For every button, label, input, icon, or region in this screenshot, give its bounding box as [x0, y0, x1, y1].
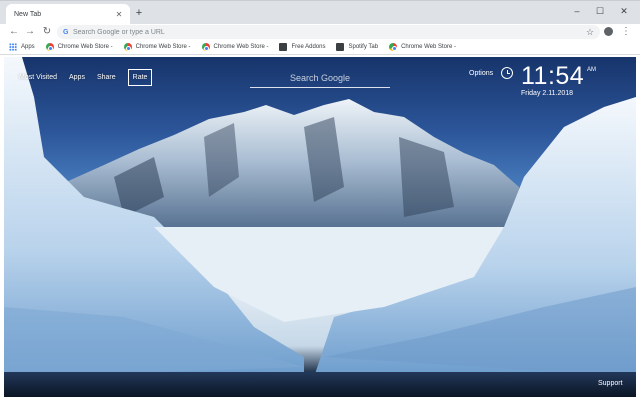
- apps-grid-icon: [9, 43, 17, 51]
- bookmark-label: Chrome Web Store -: [213, 44, 269, 50]
- bookmark-chrome-web-store[interactable]: Chrome Web Store -: [201, 43, 269, 51]
- bookmark-free-addons[interactable]: Free Addons: [279, 43, 325, 51]
- bookmark-apps[interactable]: Apps: [9, 43, 35, 51]
- maximize-icon[interactable]: ☐: [589, 4, 611, 18]
- new-tab-page: Most Visited Apps Share Rate Options 11:…: [4, 57, 636, 397]
- minimize-icon[interactable]: –: [566, 4, 588, 18]
- bookmarks-bar: Apps Chrome Web Store - Chrome Web Store…: [0, 40, 640, 55]
- bookmark-star-icon[interactable]: ☆: [584, 27, 596, 38]
- browser-toolbar: ← → ↻ G ☆ ⋮: [0, 24, 640, 40]
- bookmark-label: Chrome Web Store -: [57, 44, 113, 50]
- kebab-menu-icon[interactable]: ⋮: [621, 25, 631, 39]
- bookmark-chrome-web-store[interactable]: Chrome Web Store -: [45, 43, 113, 51]
- omnibox[interactable]: G ☆: [57, 25, 600, 39]
- clock-icon[interactable]: [501, 67, 513, 79]
- bookmark-chrome-web-store[interactable]: Chrome Web Store -: [389, 43, 456, 51]
- clock-ampm: AM: [587, 67, 596, 73]
- forward-arrow-icon[interactable]: →: [23, 25, 37, 39]
- google-search-input[interactable]: [250, 69, 390, 87]
- clock-time: 11:54: [521, 62, 585, 90]
- tab-strip: New Tab ✕ + – ☐ ✕: [0, 0, 640, 25]
- rate-button[interactable]: Rate: [127, 69, 153, 86]
- tab-new-tab[interactable]: New Tab ✕: [6, 4, 130, 25]
- profile-avatar-icon[interactable]: [604, 27, 613, 36]
- bookmark-label: Chrome Web Store -: [401, 44, 456, 50]
- window-close-icon[interactable]: ✕: [613, 4, 635, 18]
- top-nav-links: Most Visited Apps Share Rate: [19, 69, 153, 86]
- chrome-web-store-icon: [201, 43, 210, 51]
- apps-link[interactable]: Apps: [69, 74, 85, 81]
- google-g-icon: G: [63, 28, 69, 36]
- chrome-web-store-icon: [123, 43, 132, 51]
- bookmark-label: Apps: [21, 44, 35, 50]
- bookmark-chrome-web-store[interactable]: Chrome Web Store -: [123, 43, 191, 51]
- film-icon: [279, 43, 288, 51]
- share-link[interactable]: Share: [97, 74, 116, 81]
- new-tab-button[interactable]: +: [133, 7, 145, 19]
- google-search-box: [250, 68, 390, 88]
- most-visited-link[interactable]: Most Visited: [19, 74, 57, 81]
- reload-icon[interactable]: ↻: [40, 25, 54, 39]
- chrome-web-store-icon: [389, 43, 398, 51]
- support-link[interactable]: Support: [598, 380, 623, 387]
- bookmark-spotify-tab[interactable]: Spotify Tab: [336, 43, 378, 51]
- bookmark-label: Free Addons: [291, 44, 326, 50]
- tab-title: New Tab: [14, 11, 42, 18]
- clock-date: Friday 2.11.2018: [521, 90, 574, 97]
- bookmark-label: Spotify Tab: [348, 44, 379, 50]
- omnibox-input[interactable]: [73, 26, 584, 38]
- back-arrow-icon[interactable]: ←: [7, 25, 21, 39]
- film-icon: [336, 43, 345, 51]
- chrome-web-store-icon: [45, 43, 54, 51]
- background-mountain-image: [4, 57, 636, 397]
- close-icon[interactable]: ✕: [114, 10, 124, 20]
- options-link[interactable]: Options: [469, 70, 493, 77]
- bookmark-label: Chrome Web Store -: [135, 44, 191, 50]
